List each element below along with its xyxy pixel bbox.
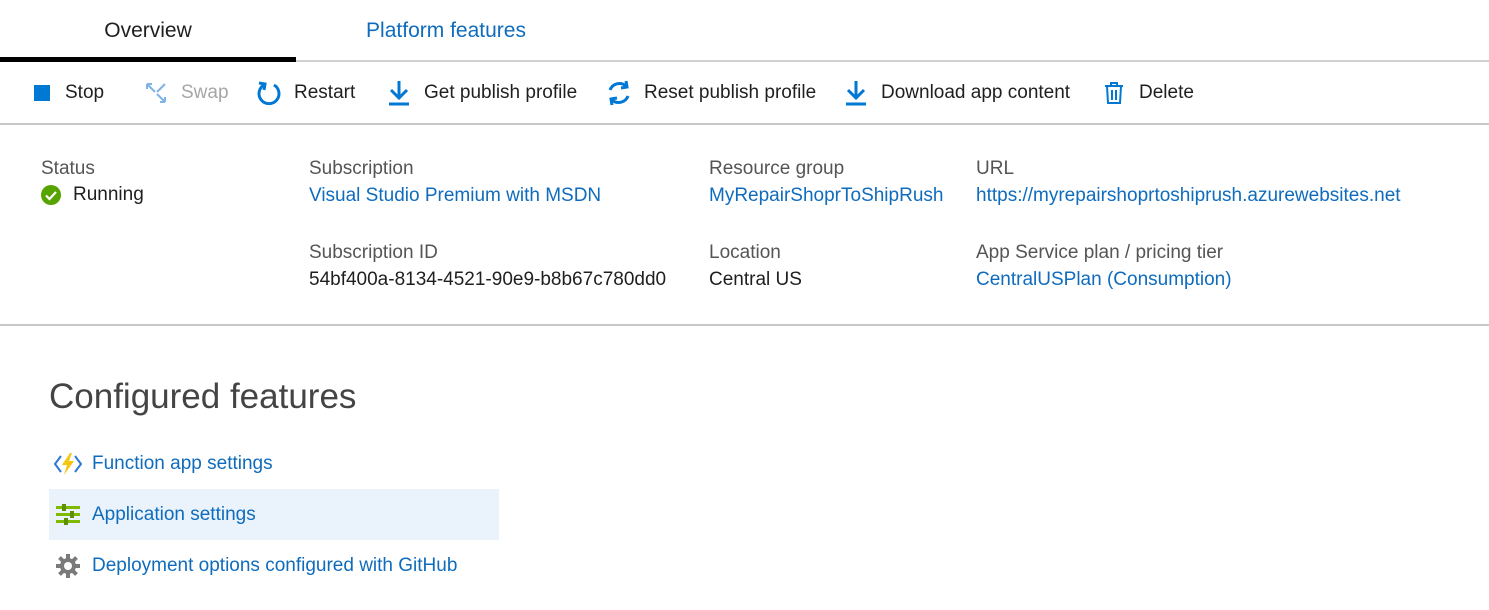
trash-icon xyxy=(1101,80,1127,106)
app-service-plan-label: App Service plan / pricing tier xyxy=(976,242,1224,263)
stop-button[interactable]: Stop xyxy=(34,62,104,124)
feature-application-settings[interactable]: Application settings xyxy=(49,489,499,540)
swap-label: Swap xyxy=(181,82,229,103)
get-publish-profile-label: Get publish profile xyxy=(424,82,578,103)
subscription-label: Subscription xyxy=(309,158,414,179)
status-value: Running xyxy=(41,184,144,206)
reset-icon xyxy=(606,80,632,106)
swap-icon xyxy=(143,80,169,106)
delete-button[interactable]: Delete xyxy=(1101,62,1194,124)
delete-label: Delete xyxy=(1139,82,1194,103)
reset-publish-profile-button[interactable]: Reset publish profile xyxy=(606,62,816,124)
location-value: Central US xyxy=(709,269,802,290)
download-app-content-button[interactable]: Download app content xyxy=(843,62,1070,124)
tab-platform-features[interactable]: Platform features xyxy=(296,0,596,62)
configured-features-title: Configured features xyxy=(49,377,357,416)
tab-overview[interactable]: Overview xyxy=(0,0,296,62)
restart-icon xyxy=(256,80,282,106)
download-icon xyxy=(386,80,412,106)
app-service-plan-link[interactable]: CentralUSPlan (Consumption) xyxy=(976,269,1232,291)
stop-icon xyxy=(34,80,60,106)
status-text: Running xyxy=(73,184,144,205)
download-app-content-label: Download app content xyxy=(881,82,1071,103)
url-label: URL xyxy=(976,158,1015,179)
toolbar-divider xyxy=(0,123,1489,125)
url-link[interactable]: https://myrepairshoprtoshiprush.azureweb… xyxy=(976,185,1401,207)
feature-deployment-options[interactable]: Deployment options configured with GitHu… xyxy=(49,540,499,591)
feature-function-app-settings[interactable]: Function app settings xyxy=(49,438,499,489)
tab-bar: Overview Platform features xyxy=(0,0,1489,62)
subscription-link[interactable]: Visual Studio Premium with MSDN xyxy=(309,185,601,207)
get-publish-profile-button[interactable]: Get publish profile xyxy=(386,62,577,124)
function-app-icon xyxy=(54,450,82,478)
command-toolbar: Stop Swap Restart Get publish profile Re… xyxy=(0,62,1489,124)
essentials-divider xyxy=(0,324,1489,326)
gear-icon xyxy=(54,552,82,580)
download-icon xyxy=(843,80,869,106)
restart-label: Restart xyxy=(294,82,356,103)
resource-group-label: Resource group xyxy=(709,158,845,179)
swap-button[interactable]: Swap xyxy=(143,62,229,124)
subscription-id-value: 54bf400a-8134-4521-90e9-b8b67c780dd0 xyxy=(309,269,667,290)
feature-label: Deployment options configured with GitHu… xyxy=(92,554,458,576)
restart-button[interactable]: Restart xyxy=(256,62,355,124)
stop-label: Stop xyxy=(65,82,105,103)
status-label: Status xyxy=(41,158,95,179)
location-label: Location xyxy=(709,242,781,263)
resource-group-link[interactable]: MyRepairShoprToShipRush xyxy=(709,185,943,207)
check-circle-icon xyxy=(41,185,61,205)
feature-label: Function app settings xyxy=(92,452,273,474)
reset-publish-profile-label: Reset publish profile xyxy=(644,82,817,103)
subscription-id-label: Subscription ID xyxy=(309,242,438,263)
app-settings-icon xyxy=(54,501,82,529)
feature-label: Application settings xyxy=(92,503,256,525)
